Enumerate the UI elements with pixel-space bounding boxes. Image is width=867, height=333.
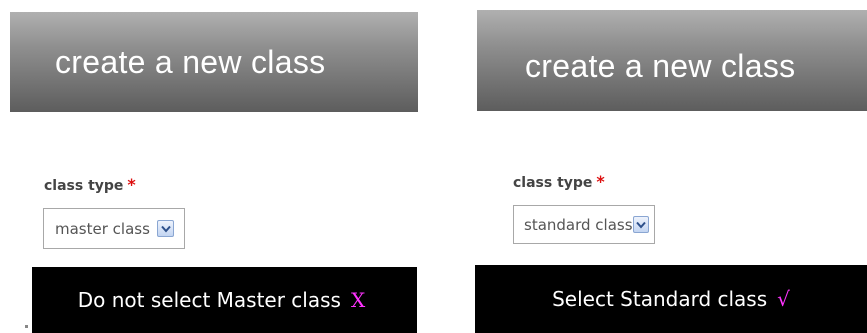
right-panel-correct-example: create a new class class type * standard … [470, 0, 867, 333]
class-type-label: class type * [44, 175, 136, 194]
class-type-label-text: class type [513, 175, 593, 191]
class-type-selected-value: master class [55, 219, 150, 238]
caption-text: Do not select Master class [77, 288, 341, 312]
class-type-label-text: class type [44, 178, 124, 194]
caption-text: Select Standard class [552, 287, 768, 311]
required-asterisk: * [596, 172, 605, 191]
chevron-down-icon[interactable] [157, 220, 174, 237]
stray-dot [25, 325, 28, 328]
required-asterisk: * [127, 175, 136, 194]
cross-mark: X [350, 288, 366, 312]
create-new-class-button[interactable]: create a new class [477, 10, 867, 111]
class-type-label: class type * [513, 172, 605, 191]
instruction-caption: Select Standard class √ [475, 265, 867, 333]
create-new-class-label: create a new class [55, 43, 326, 80]
create-new-class-button[interactable]: create a new class [10, 12, 418, 112]
create-new-class-label: create a new class [525, 48, 796, 84]
class-type-select[interactable]: master class [43, 208, 185, 249]
class-type-selected-value: standard class [524, 215, 633, 234]
instruction-caption: Do not select Master class X [32, 267, 417, 333]
class-type-select[interactable]: standard class [513, 205, 655, 244]
left-panel-incorrect-example: create a new class class type * master cl… [0, 0, 420, 333]
check-mark: √ [777, 287, 790, 311]
chevron-down-icon[interactable] [632, 216, 649, 233]
